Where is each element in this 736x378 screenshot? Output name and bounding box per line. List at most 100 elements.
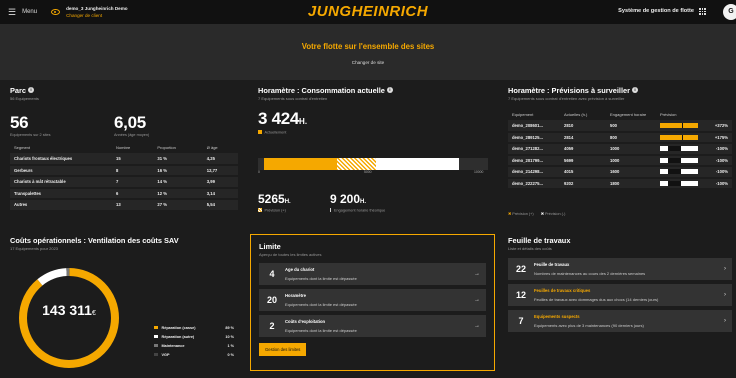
chevron-right-icon: ›: [724, 318, 726, 324]
prevision-bar: [660, 134, 698, 140]
travaux-panel: Feuille de travaux Liste et détails des …: [508, 236, 732, 374]
manage-limits-button[interactable]: Gestion des limites: [259, 343, 307, 356]
prevision-bar: [660, 157, 698, 163]
hours-unit: H.: [299, 117, 308, 126]
previsions-table: Equipement Actuelles (h.) Engagement hor…: [508, 109, 732, 190]
travaux-title: Feuille de travaux: [508, 236, 571, 245]
table-row: Chariots à mât rétractable 7 14 % 3,99: [10, 176, 238, 188]
previsions-title: Horamètre : Prévisions à surveiller: [508, 86, 631, 95]
average-age: 6,05: [114, 113, 146, 132]
prevision-bar: [660, 122, 698, 128]
engagement-label: Engagement horaire théorique: [334, 208, 386, 213]
legend-swatch: [154, 352, 158, 357]
client-selector: demo_3 Jungheinrich Demo Changer de clie…: [51, 5, 128, 19]
work-item-suspects[interactable]: 7 Equipements suspects Equipements avec p…: [508, 310, 732, 332]
col-prevision: Prévision: [660, 112, 677, 117]
prevision-label: Prévision (+): [264, 208, 286, 213]
table-row: Gerbeurs 8 16 % 12,77: [10, 164, 238, 176]
equipment-count-label: Equipements sur 2 sites: [10, 133, 51, 137]
limit-item-age[interactable]: 4 Age du chariot Equipements dont la limi…: [259, 263, 486, 285]
info-icon[interactable]: i: [632, 87, 639, 93]
legend-item: Réparation (casse) 89 %: [154, 323, 234, 332]
scale-label: 5000: [364, 170, 372, 174]
engagement-swatch: [330, 208, 331, 212]
table-row: demo_289125... 2814 800 +175%: [508, 131, 732, 143]
actual-legend-label: Actuellement: [264, 130, 287, 135]
prevision-fill: [660, 180, 698, 186]
arrow-right-icon: →: [474, 271, 480, 277]
limit-item-couts[interactable]: 2 Coûts d'exploitation Equipements dont l…: [259, 315, 486, 337]
limite-title: Limite: [259, 242, 281, 251]
legend-swatch: [154, 343, 158, 348]
legend-swatch: [154, 334, 158, 339]
average-age-label: Années (âge moyen): [114, 133, 150, 137]
apps-grid-icon[interactable]: [699, 8, 706, 15]
prevision-bar: [660, 169, 698, 175]
prevision-fill: [660, 134, 698, 140]
menu-label: Menu: [22, 9, 38, 15]
hours-value: 3 424: [258, 109, 300, 128]
work-item-critical[interactable]: 12 Feuilles de travaux critiques Feuilles…: [508, 284, 732, 306]
table-row: demo_214298... 4015 1600 -100%: [508, 166, 732, 178]
limite-subtitle: Aperçu de toutes les limites actives: [259, 252, 322, 257]
hours-scale: 0 5000 10000: [258, 170, 488, 176]
limite-panel: Limite Aperçu de toutes les limites acti…: [250, 234, 495, 371]
change-site-link[interactable]: Changer de site: [352, 60, 384, 65]
site-banner: Votre flotte sur l'ensemble des sites Ch…: [0, 24, 736, 80]
cost-total-value: 143 311: [42, 302, 92, 318]
previsions-panel: Horamètre : Prévisions à surveiller i 7 E…: [508, 86, 732, 226]
scale-label: 10000: [474, 170, 484, 174]
arrow-right-icon: →: [474, 297, 480, 303]
banner-title: Votre flotte sur l'ensemble des sites: [301, 42, 435, 51]
minus-legend-label: Prévision (-): [544, 212, 566, 216]
hamburger-icon: ☰: [8, 6, 17, 17]
prevision-fill: [660, 157, 698, 163]
legend-item: VGP 0 %: [154, 350, 234, 359]
parc-subtitle: 56 Equipements: [10, 96, 39, 101]
limit-item-horametre[interactable]: 20 Horamètre Equipements dont la limite e…: [259, 289, 486, 311]
table-row: demo_201799... 5699 1000 -100%: [508, 154, 732, 166]
engagement-value: 9 200: [330, 192, 361, 206]
horametre-subtitle: 7 Equipements sous contrat d'entretien: [258, 96, 328, 101]
table-row: Autres 13 27 % 5,54: [10, 199, 238, 211]
system-name: Système de gestion de flotte: [618, 8, 694, 14]
cost-currency: €: [91, 310, 96, 317]
prevision-value: 5265: [258, 192, 285, 206]
equipment-count: 56: [10, 113, 29, 132]
plus-legend-icon: ✖: [508, 212, 512, 216]
col-age: Ø âge: [206, 145, 218, 150]
work-item-maintenance[interactable]: 22 Feuille de travaux Nombres de maintena…: [508, 258, 732, 280]
previsions-subtitle: 7 Equipements sous contrat d'entretien a…: [508, 96, 625, 101]
change-client-link[interactable]: Changer de client: [66, 12, 128, 19]
client-name: demo_3 Jungheinrich Demo: [66, 6, 128, 11]
menu-button[interactable]: ☰ Menu: [8, 6, 38, 17]
table-row: demo_208601... 2810 500 +372%: [508, 120, 732, 132]
couts-title: Coûts opérationnels : Ventilation des co…: [10, 236, 179, 245]
actual-bar: [264, 158, 337, 170]
legend-swatch: [154, 325, 158, 330]
arrow-right-icon: →: [474, 323, 480, 329]
legend-item: Réparation (autre) 10 %: [154, 332, 234, 341]
travaux-subtitle: Liste et détails des coûts: [508, 246, 552, 251]
parc-title: Parc: [10, 86, 27, 95]
info-icon[interactable]: i: [28, 87, 35, 93]
prevision-bar: [660, 146, 698, 152]
prevision-fill: [660, 146, 698, 152]
col-actuelles: Actuelles (h.): [564, 112, 588, 117]
prevision-fill: [660, 169, 698, 175]
segment-table: Segment Nombre Proportion Ø âge Chariots…: [10, 142, 238, 212]
actual-legend-swatch: [258, 130, 262, 134]
table-row: demo_222275... 9202 1800 -100%: [508, 177, 732, 189]
prevision-bar: [660, 180, 698, 186]
col-nombre: Nombre: [116, 145, 131, 150]
engagement-unit: H.: [360, 199, 367, 205]
info-icon[interactable]: i: [386, 87, 393, 93]
legend-item: Maintenance 1 %: [154, 341, 234, 350]
scale-label: 0: [258, 170, 260, 174]
chevron-right-icon: ›: [724, 292, 726, 298]
col-engagement: Engagement horaire: [610, 112, 647, 117]
hours-bar: [258, 158, 488, 170]
user-avatar[interactable]: G: [723, 4, 736, 20]
col-equipement: Equipement: [512, 112, 534, 117]
couts-subtitle: 17 Equipements pour 2023: [10, 246, 59, 251]
